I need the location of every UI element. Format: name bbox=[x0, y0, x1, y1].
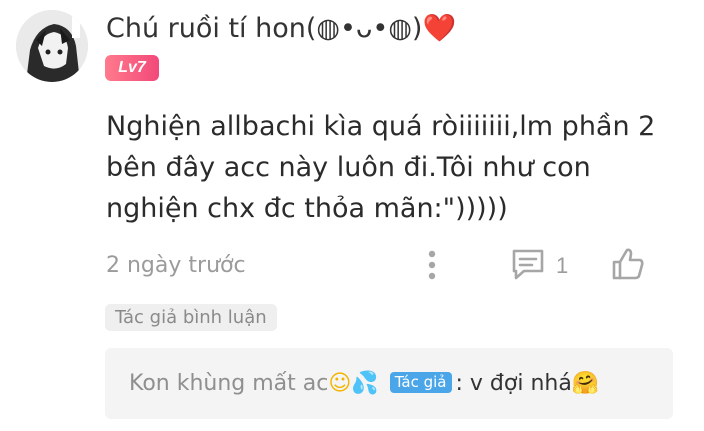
author-badge: Tác giả bbox=[389, 372, 452, 393]
reply-count: 1 bbox=[556, 253, 569, 278]
reply-line: Kon khùng mất ac☺💦 Tác giả: v đợi nhá🤗 bbox=[129, 369, 599, 399]
comment-text: Nghiện allbachi kìa quá ròiiiiiii,lm phầ… bbox=[106, 111, 656, 224]
reply-content: v đợi nhá bbox=[469, 371, 572, 396]
reply-separator: : bbox=[455, 371, 463, 396]
more-vertical-icon[interactable] bbox=[420, 248, 444, 282]
username-text: Chú ruồi tí hon(◍•ᴗ•◍) bbox=[106, 13, 423, 44]
author-comment-tag: Tác giả bình luận bbox=[105, 304, 277, 331]
smile-emoji: ☺ bbox=[328, 371, 352, 396]
avatar-image bbox=[16, 10, 88, 82]
reply-username[interactable]: Kon khùng mất ac bbox=[129, 371, 328, 396]
reply-preview[interactable]: Kon khùng mất ac☺💦 Tác giả: v đợi nhá🤗 bbox=[105, 348, 673, 419]
comment-timestamp: 2 ngày trước bbox=[106, 253, 246, 278]
heart-emoji: ❤️ bbox=[422, 13, 457, 44]
comment-icon[interactable] bbox=[510, 247, 546, 281]
hugging-emoji: 🤗 bbox=[571, 371, 600, 396]
sweat-drops-emoji: 💦 bbox=[351, 371, 379, 396]
avatar[interactable] bbox=[16, 10, 88, 82]
level-badge: Lv7 bbox=[105, 55, 159, 81]
thumbs-up-icon[interactable] bbox=[610, 246, 646, 282]
comment-username[interactable]: Chú ruồi tí hon(◍•ᴗ•◍)❤️ bbox=[106, 12, 456, 46]
